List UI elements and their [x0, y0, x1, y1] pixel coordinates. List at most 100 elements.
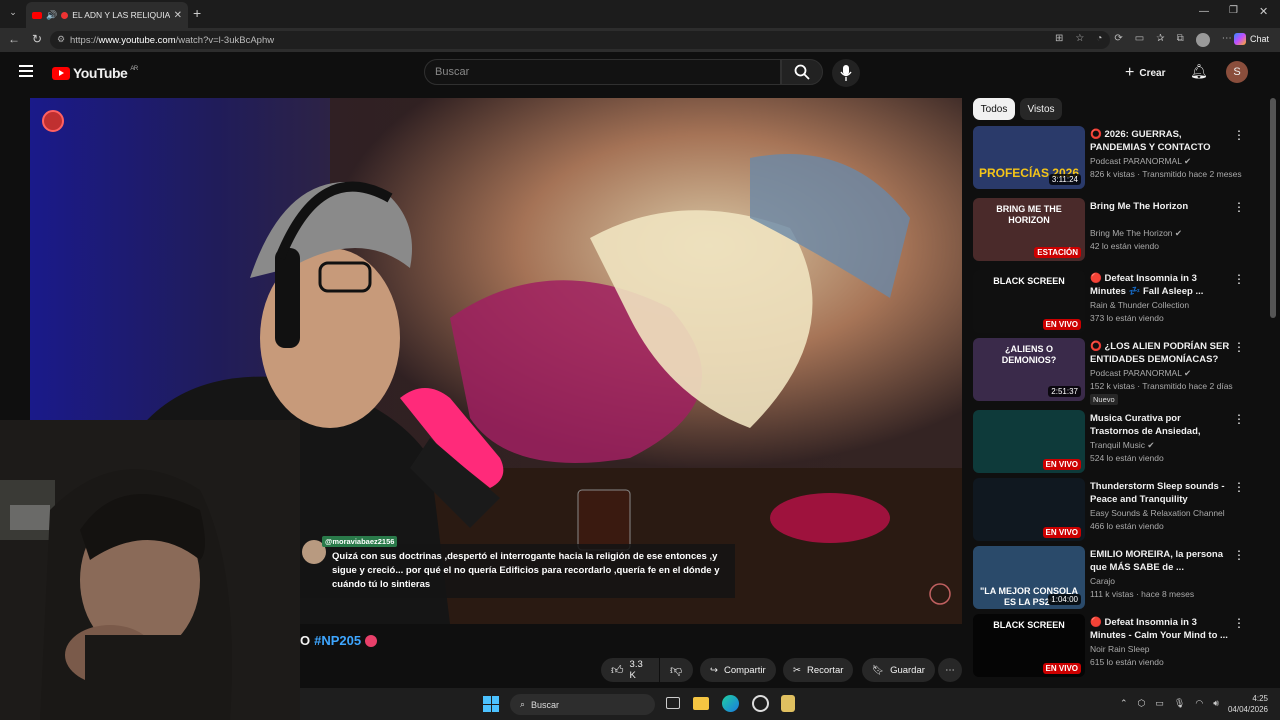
menu-icon[interactable]: [19, 65, 33, 77]
recommendation-title[interactable]: Thunderstorm Sleep sounds - Peace and Tr…: [1090, 480, 1230, 507]
recommendation-item[interactable]: ¿ALIENS O DEMONIOS? 2:51:37 ⭕ ¿LOS ALIEN…: [973, 338, 1263, 405]
favorite-star-icon[interactable]: ☆: [1075, 33, 1084, 47]
recommendation-channel[interactable]: Carajo: [1090, 576, 1115, 586]
site-info-icon[interactable]: ⚙: [57, 34, 65, 45]
split-icon[interactable]: ▭: [1135, 33, 1144, 47]
obs-icon[interactable]: [752, 695, 769, 712]
recommendation-channel[interactable]: Tranquil Music ✔: [1090, 440, 1154, 451]
profile-icon[interactable]: [1195, 33, 1210, 47]
browser-tab[interactable]: 🔊 EL ADN Y LAS RELIQUIAS ✕: [26, 2, 188, 28]
tab-close-icon[interactable]: ✕: [174, 10, 182, 21]
thumbnail-text: BRING ME THE HORIZON: [996, 204, 1062, 225]
restore-icon[interactable]: ❐: [1229, 5, 1238, 16]
tray-wifi-icon[interactable]: ◠: [1195, 698, 1203, 709]
recommendation-title[interactable]: 🔴 Defeat Insomnia in 3 Minutes 💤 Fall As…: [1090, 272, 1230, 298]
recommendation-channel[interactable]: Podcast PARANORMAL ✔: [1090, 156, 1191, 167]
recommendation-menu-icon[interactable]: ⋮: [1233, 340, 1245, 356]
tray-chevron-icon[interactable]: ⌃: [1120, 698, 1128, 709]
recommendation-menu-icon[interactable]: ⋮: [1233, 412, 1245, 428]
tray-mic-icon[interactable]: 🎙︎: [1174, 698, 1185, 709]
recommendation-title[interactable]: Musica Curativa por Trastornos de Ansied…: [1090, 412, 1230, 439]
favorites-icon[interactable]: ✰: [1156, 33, 1164, 47]
recommendation-menu-icon[interactable]: ⋮: [1233, 272, 1245, 288]
recommendation-menu-icon[interactable]: ⋮: [1233, 480, 1245, 496]
refresh-extension-icon[interactable]: ⟳: [1114, 33, 1122, 47]
share-button[interactable]: ↪ Compartir: [700, 658, 776, 682]
recommendation-menu-icon[interactable]: ⋮: [1233, 548, 1245, 564]
notifications-bell-icon[interactable]: 🔔︎: [1190, 63, 1208, 80]
create-button[interactable]: + Crear: [1125, 62, 1165, 84]
recommendation-title[interactable]: ⭕ 2026: GUERRAS, PANDEMIAS Y CONTACTO NO…: [1090, 128, 1230, 155]
close-window-icon[interactable]: ✕: [1259, 5, 1268, 18]
recommendation-channel[interactable]: Podcast PARANORMAL ✔: [1090, 368, 1191, 379]
chip-todos[interactable]: Todos: [973, 98, 1015, 120]
search-input[interactable]: Buscar: [424, 59, 781, 85]
page-scrollbar[interactable]: [1270, 98, 1276, 318]
youtube-logo[interactable]: YouTube AR: [52, 65, 138, 81]
dislike-button[interactable]: 👎︎: [660, 658, 693, 682]
video-thumbnail[interactable]: EN VIVO: [973, 478, 1085, 541]
tray-network-icon[interactable]: ▭: [1155, 698, 1164, 709]
save-button[interactable]: 🔖︎ Guardar: [862, 658, 935, 682]
video-thumbnail[interactable]: EN VIVO: [973, 410, 1085, 473]
microphone-icon: [840, 65, 852, 81]
like-button[interactable]: 👍︎ 3.3 K: [601, 658, 659, 682]
recommendation-item[interactable]: PROFECÍAS 2026 3:11:24 ⭕ 2026: GUERRAS, …: [973, 126, 1263, 191]
recommendation-item[interactable]: EN VIVO Thunderstorm Sleep sounds - Peac…: [973, 478, 1263, 543]
collections-icon[interactable]: ⧉: [1177, 33, 1184, 47]
recommendation-title[interactable]: 🔴 Defeat Insomnia in 3 Minutes - Calm Yo…: [1090, 616, 1230, 642]
app-icon-5[interactable]: [781, 695, 795, 712]
recommendation-menu-icon[interactable]: ⋮: [1233, 616, 1245, 632]
chip-vistos[interactable]: Vistos: [1020, 98, 1062, 120]
tray-volume-icon[interactable]: 🔊︎: [1213, 698, 1219, 709]
hashtag-link[interactable]: #NP205: [314, 633, 361, 648]
audio-icon[interactable]: 🔊: [46, 10, 57, 21]
recommendation-channel[interactable]: Easy Sounds & Relaxation Channel: [1090, 508, 1225, 518]
recommendation-item[interactable]: EN VIVO Musica Curativa por Trastornos d…: [973, 410, 1263, 475]
video-thumbnail[interactable]: BRING ME THE HORIZON ESTACIÓN: [973, 198, 1085, 261]
taskbar-clock[interactable]: 4:25 04/04/2026: [1220, 693, 1268, 715]
reload-icon[interactable]: ↻: [32, 32, 42, 46]
video-thumbnail[interactable]: "LA MEJOR CONSOLA ES LA PS2" 1:04:00: [973, 546, 1085, 609]
duration-badge: 2:51:37: [1048, 386, 1081, 397]
more-actions-button[interactable]: ⋯: [938, 658, 962, 682]
video-thumbnail[interactable]: BLACK SCREEN EN VIVO: [973, 614, 1085, 677]
video-thumbnail[interactable]: BLACK SCREEN EN VIVO: [973, 270, 1085, 333]
tray-app-icon[interactable]: ⬡: [1138, 698, 1146, 709]
file-explorer-icon[interactable]: [693, 697, 709, 710]
avatar[interactable]: S: [1226, 61, 1248, 83]
youtube-play-icon: [52, 66, 70, 80]
recommendation-channel[interactable]: Noir Rain Sleep: [1090, 644, 1150, 654]
video-thumbnail[interactable]: ¿ALIENS O DEMONIOS? 2:51:37: [973, 338, 1085, 401]
tab-menu-icon[interactable]: ⌄: [6, 7, 20, 21]
clip-button[interactable]: ✂ Recortar: [783, 658, 854, 682]
voice-search-button[interactable]: [832, 59, 860, 87]
recommendation-title[interactable]: EMILIO MOREIRA, la persona que MÁS SABE …: [1090, 548, 1230, 574]
task-view-icon[interactable]: [666, 697, 680, 709]
windows-start-icon[interactable]: [483, 696, 499, 712]
recommendation-title[interactable]: Bring Me The Horizon: [1090, 200, 1230, 213]
taskbar-search[interactable]: ⌕ Buscar: [510, 694, 655, 715]
recommendation-item[interactable]: BRING ME THE HORIZON ESTACIÓN Bring Me T…: [973, 198, 1263, 263]
recommendation-item[interactable]: "LA MEJOR CONSOLA ES LA PS2" 1:04:00 EMI…: [973, 546, 1263, 611]
recommendation-menu-icon[interactable]: ⋮: [1233, 128, 1245, 144]
more-icon[interactable]: ⋯: [1222, 33, 1232, 47]
url-field[interactable]: ⚙ https://www.youtube.com/watch?v=l-3ukB…: [50, 31, 1110, 49]
recommendation-item[interactable]: BLACK SCREEN EN VIVO 🔴 Defeat Insomnia i…: [973, 270, 1263, 335]
back-icon[interactable]: ←: [8, 32, 20, 46]
edge-icon[interactable]: [722, 695, 739, 712]
recommendation-channel[interactable]: Bring Me The Horizon ✔: [1090, 228, 1182, 239]
recommendation-channel[interactable]: Rain & Thunder Collection: [1090, 300, 1189, 310]
more-dots-icon: ⋯: [945, 664, 955, 676]
video-thumbnail[interactable]: PROFECÍAS 2026 3:11:24: [973, 126, 1085, 189]
app-icon[interactable]: ⊞: [1055, 33, 1063, 47]
copilot-chat-button[interactable]: Chat: [1234, 33, 1269, 45]
recommendation-item[interactable]: BLACK SCREEN EN VIVO 🔴 Defeat Insomnia i…: [973, 614, 1263, 679]
new-tab-button[interactable]: +: [193, 5, 201, 21]
chat-label: Chat: [1250, 34, 1270, 44]
search-button[interactable]: [781, 59, 823, 85]
recommendation-menu-icon[interactable]: ⋮: [1233, 200, 1245, 216]
bell-icon[interactable]: ◔: [1096, 33, 1102, 47]
minimize-icon[interactable]: —: [1199, 6, 1209, 17]
recommendation-title[interactable]: ⭕ ¿LOS ALIEN PODRÍAN SER ENTIDADES DEMON…: [1090, 340, 1230, 367]
